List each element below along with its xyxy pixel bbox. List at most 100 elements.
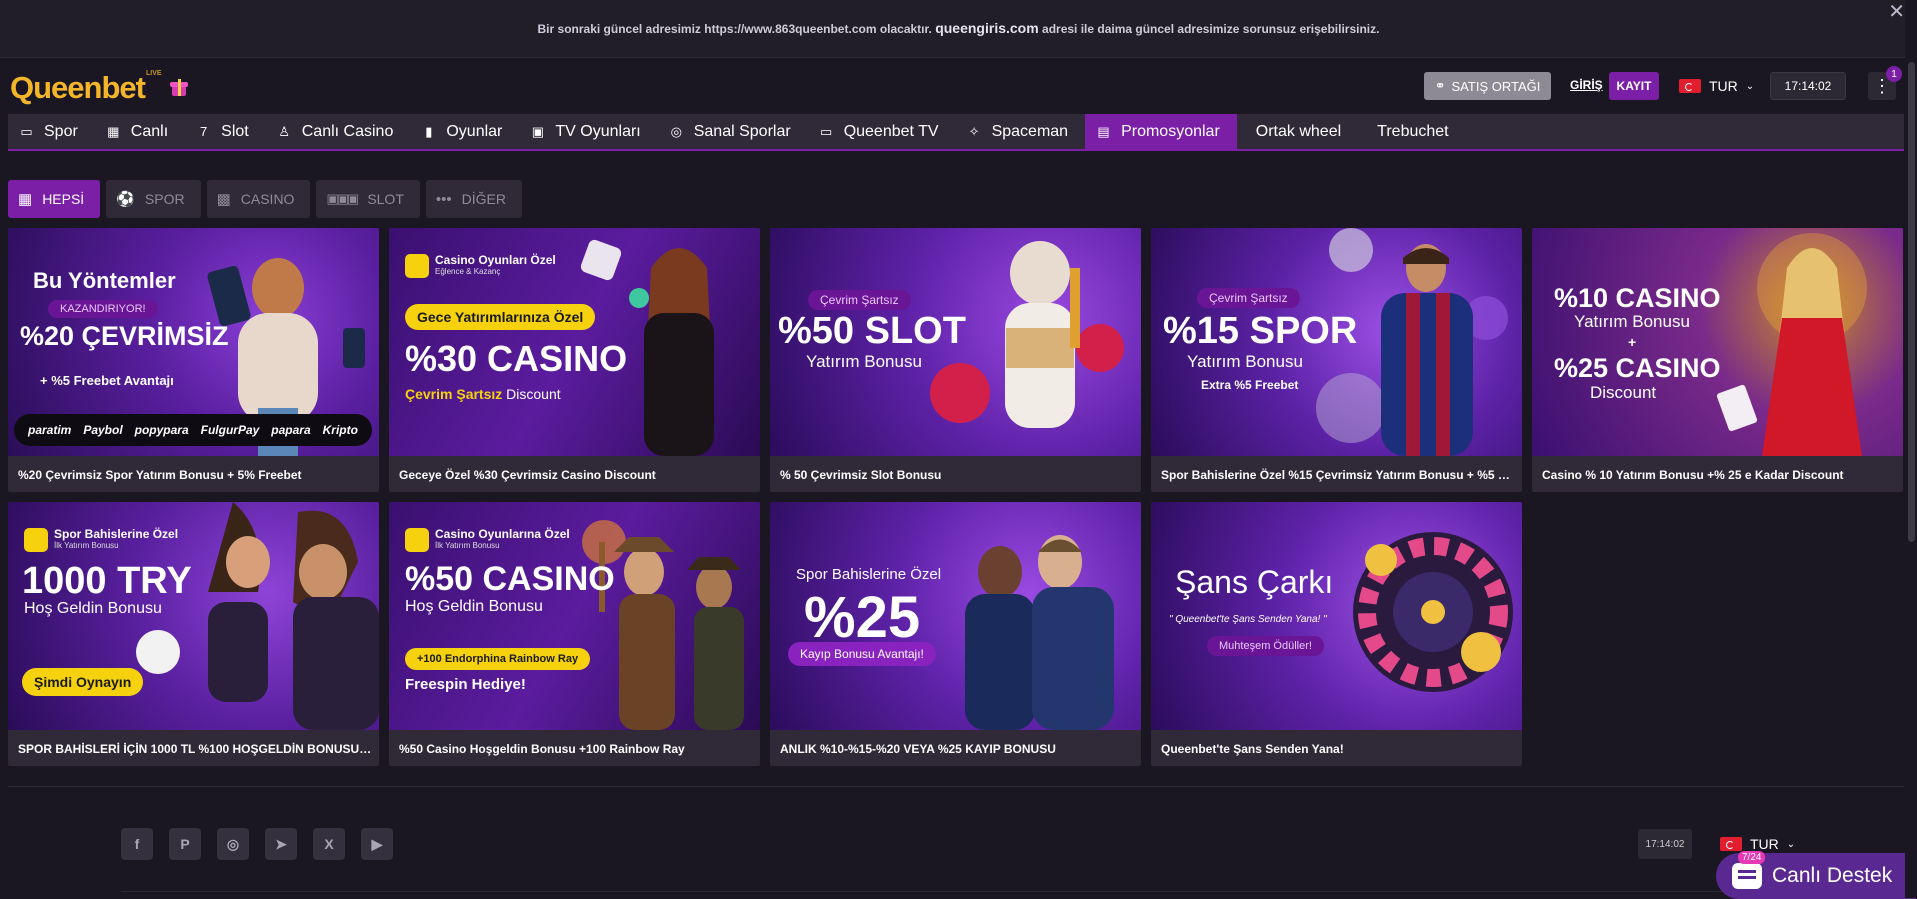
chevron-down-icon: ⌄ — [1786, 838, 1796, 850]
banner-badge: Çevrim Şartsız — [808, 290, 911, 310]
pinterest-icon[interactable]: P — [169, 828, 201, 860]
handshake-icon: ⚭ — [1434, 78, 1446, 93]
announcement-text: Bir sonraki güncel adresimiz https://www… — [537, 20, 1380, 36]
nav-item-oyunlar[interactable]: ▮ Oyunlar — [410, 114, 519, 149]
dealer-icon: ▩ — [216, 191, 231, 208]
banner-headline: %50 SLOT — [778, 310, 966, 352]
banner-badge: Gece Yatırımlarınıza Özel — [405, 304, 596, 330]
banner-badge: Çevrim Şartsız — [1197, 288, 1300, 308]
scrollbar-thumb[interactable] — [1908, 62, 1915, 542]
filter-all[interactable]: ▦ HEPSİ — [8, 180, 101, 218]
promo-title: % 50 Çevrimsiz Slot Bonusu — [780, 468, 942, 482]
play-now-button[interactable]: Şimdi Oynayın — [22, 668, 144, 696]
sport-tag: Spor Bahislerine Özel İlk Yatırım Bonusu — [24, 528, 178, 552]
banner-subtitle: + %5 Freebet Avantajı — [40, 373, 174, 388]
turkey-flag-icon — [1720, 837, 1742, 851]
promo-banner: Çevrim Şartsız %50 SLOT Yatırım Bonusu — [770, 228, 1141, 456]
support-label: Canlı Destek — [1772, 864, 1893, 887]
promo-title: Geceye Özel %30 Çevrimsiz Casino Discoun… — [399, 468, 656, 482]
banner-title: Bu Yöntemler — [33, 268, 176, 293]
nav-item-sanal-sporlar[interactable]: ◎ Sanal Sporlar — [658, 114, 808, 149]
support-hours-badge: 7/24 — [1738, 851, 1766, 864]
more-menu-button[interactable]: ⋮ 1 — [1868, 66, 1902, 100]
banner-badge: +100 Endorphina Rainbow Ray — [405, 648, 591, 670]
youtube-icon[interactable]: ▶ — [361, 828, 393, 860]
promo-card[interactable]: Çevrim Şartsız %50 SLOT Yatırım Bonusu %… — [770, 228, 1141, 492]
footer-language-selector[interactable]: TUR ⌄ — [1720, 836, 1795, 852]
sport-icon: ▭ — [20, 124, 33, 139]
footer-divider — [8, 786, 1904, 787]
nav-item-ortak-wheel[interactable]: Ortak wheel — [1237, 114, 1358, 149]
filter-casino[interactable]: ▩ CASINO — [206, 180, 311, 218]
promo-filter-tabs: ▦ HEPSİ ⚽ SPOR ▩ CASINO ▣▣▣ SLOT ••• DİĞER — [8, 180, 522, 218]
casino-tag: Casino Oyunları Özel Eğlence & Kazanç — [405, 254, 556, 278]
announcement-bar: Bir sonraki güncel adresimiz https://www… — [0, 0, 1917, 58]
nav-item-spor[interactable]: ▭ Spor — [8, 114, 95, 149]
banner-subtitle: Hoş Geldin Bonusu — [405, 598, 543, 615]
affiliate-button[interactable]: ⚭ SATIŞ ORTAĞI — [1424, 72, 1551, 100]
login-link[interactable]: GİRİŞ — [1570, 78, 1603, 92]
close-icon[interactable]: ✕ — [1888, 2, 1905, 22]
scrollbar[interactable] — [1905, 0, 1917, 898]
nav-item-canli[interactable]: ▦ Canlı — [95, 114, 185, 149]
telegram-icon[interactable]: ➤ — [265, 828, 297, 860]
footer-clock: 17:14:02 — [1638, 829, 1692, 859]
x-twitter-icon[interactable]: X — [313, 828, 345, 860]
banner-badge: Kayıp Bonusu Avantajı! — [788, 642, 936, 666]
nav-item-canli-casino[interactable]: ♙ Canlı Casino — [266, 114, 411, 149]
nav-item-slot[interactable]: 7 Slot — [185, 114, 266, 149]
filter-other[interactable]: ••• DİĞER — [425, 180, 522, 218]
banner-headline: %10 CASINO — [1554, 283, 1721, 313]
nav-item-promosyonlar[interactable]: ▤ Promosyonlar — [1085, 114, 1237, 149]
banner-headline: %30 CASINO — [405, 338, 628, 379]
promo-title: Spor Bahislerine Özel %15 Çevrimsiz Yatı… — [1161, 468, 1516, 482]
live-icon: ▦ — [107, 124, 120, 139]
games-icon: ▮ — [425, 124, 433, 139]
promo-card[interactable]: Casino Oyunlarına Özel İlk Yatırım Bonusu… — [389, 502, 760, 766]
promo-title: %50 Casino Hoşgeldin Bonusu +100 Rainbow… — [399, 742, 685, 756]
rocket-icon: ✧ — [968, 124, 980, 139]
banner-headline: %25 — [804, 585, 921, 650]
promo-card[interactable]: Şans Çarkı " Queenbet'te Şans Senden Yan… — [1151, 502, 1522, 766]
dots-icon: ••• — [435, 190, 452, 208]
footer-line — [121, 891, 1881, 892]
filter-slot[interactable]: ▣▣▣ SLOT — [316, 180, 420, 218]
promo-banner: Casino Oyunları Özel Eğlence & Kazanç Gec… — [389, 228, 760, 456]
live-support-button[interactable]: 7/24 Canlı Destek — [1716, 851, 1916, 899]
nav-item-tv-oyunlari[interactable]: ▣ TV Oyunları — [519, 114, 657, 149]
cherry-icon — [24, 528, 48, 552]
promo-card[interactable]: Spor Bahislerine Özel %25 Kayıp Bonusu A… — [770, 502, 1141, 766]
register-button[interactable]: KAYIT — [1609, 72, 1659, 100]
promo-card[interactable]: Çevrim Şartsız %15 SPOR Yatırım Bonusu E… — [1151, 228, 1522, 492]
plus-sign: + — [1628, 334, 1637, 350]
banner-headline: %20 ÇEVRİMSİZ — [20, 321, 229, 351]
promo-card[interactable]: Spor Bahislerine Özel İlk Yatırım Bonusu … — [8, 502, 379, 766]
payment-methods: paratim Paybol popypara FulgurPay papara Krip… — [14, 414, 372, 446]
promo-card[interactable]: Casino Oyunları Özel Eğlence & Kazanç Gec… — [389, 228, 760, 492]
nav-item-trebuchet[interactable]: Trebuchet — [1358, 114, 1465, 149]
banner-badge: KAZANDIRIYOR! — [48, 300, 158, 318]
nav-item-spaceman[interactable]: ✧ Spaceman — [956, 114, 1086, 149]
gift-icon[interactable] — [170, 79, 188, 96]
instagram-icon[interactable]: ◎ — [217, 828, 249, 860]
nav-item-queenbet-tv[interactable]: ▭ Queenbet TV — [808, 114, 956, 149]
language-selector[interactable]: TUR ⌄ — [1679, 78, 1754, 94]
banner-headline: %50 CASINO — [405, 560, 615, 598]
screen-icon: ▭ — [820, 124, 833, 139]
banner-subtitle: Hoş Geldin Bonusu — [24, 600, 162, 617]
main-nav: ▭ Spor ▦ Canlı 7 Slot ♙ Canlı Casino ▮ Oyunla… — [8, 114, 1904, 151]
banner-subtitle: Yatırım Bonusu — [806, 352, 922, 371]
banner-headline: 1000 TRY — [22, 560, 192, 602]
logo[interactable]: QueenbetLIVE — [10, 70, 162, 106]
promo-title: ANLIK %10-%15-%20 VEYA %25 KAYIP BONUSU — [780, 742, 1056, 756]
promo-card[interactable]: Bu Yöntemler KAZANDIRIYOR! %20 ÇEVRİMSİZ… — [8, 228, 379, 492]
banner-subtitle-2: Discount — [1590, 383, 1657, 402]
dealer-icon: ♙ — [278, 124, 291, 139]
filter-sport[interactable]: ⚽ SPOR — [106, 180, 201, 218]
banner-title: Spor Bahislerine Özel — [796, 566, 942, 583]
chevron-down-icon: ⌄ — [1745, 80, 1755, 92]
promo-title: %20 Çevrimsiz Spor Yatırım Bonusu + 5% F… — [18, 468, 302, 482]
clock: 17:14:02 — [1770, 72, 1846, 100]
promo-card[interactable]: %10 CASINO Yatırım Bonusu + %25 CASINO D… — [1532, 228, 1903, 492]
facebook-icon[interactable]: f — [121, 828, 153, 860]
